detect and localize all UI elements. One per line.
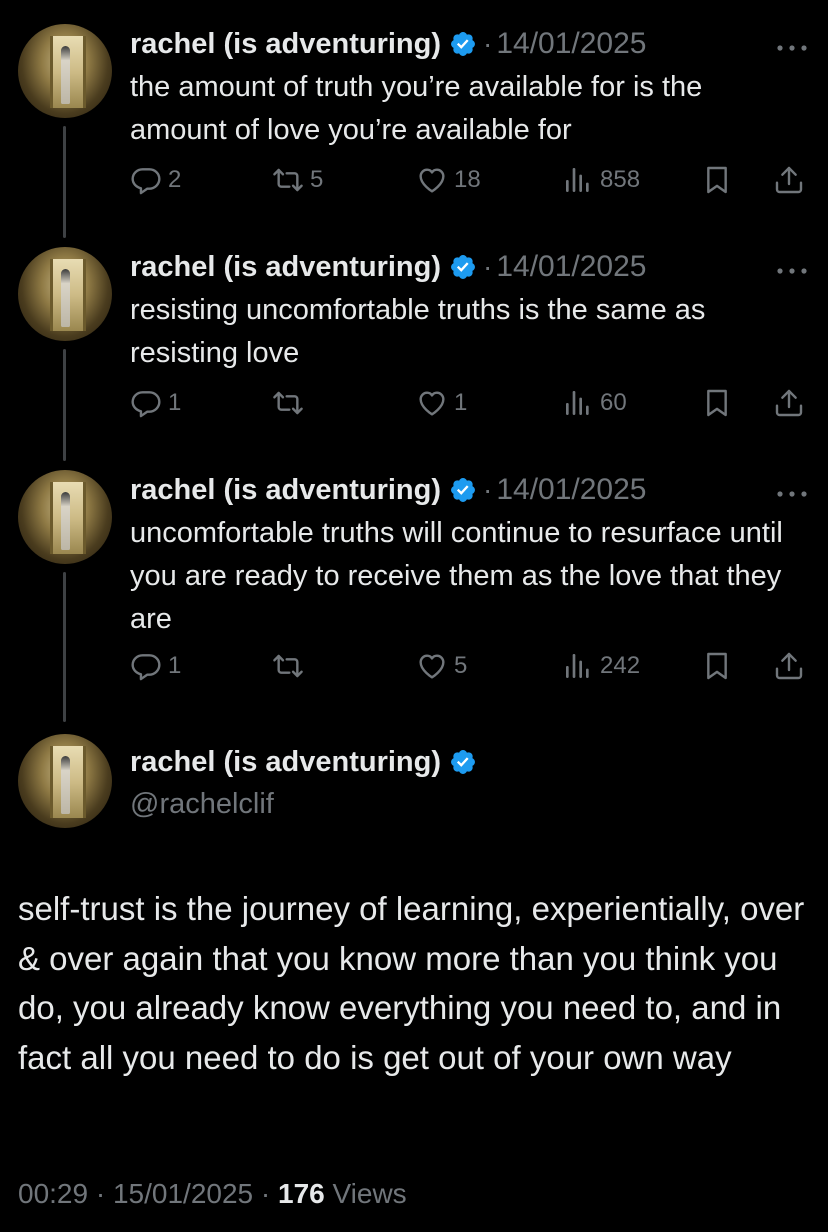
reply-count: 2: [168, 166, 182, 193]
bookmark-icon: [707, 389, 727, 417]
author-handle[interactable]: @rachelclif: [130, 788, 477, 821]
main-post-text: self-trust is the journey of learning, e…: [18, 890, 805, 1076]
like-count: 5: [454, 652, 468, 679]
bookmark-icon: [707, 166, 727, 194]
author-name[interactable]: rachel (is adventuring): [130, 746, 441, 779]
repost-icon: [273, 168, 303, 192]
reply-count: 1: [168, 652, 182, 679]
views-icon: [566, 391, 589, 415]
share-button[interactable]: [773, 646, 805, 686]
repost-icon: [273, 654, 303, 678]
bookmark-button[interactable]: [701, 383, 733, 423]
views-icon: [566, 654, 589, 678]
avatar[interactable]: [18, 24, 112, 118]
views-count: 858: [600, 166, 641, 193]
verified-badge-icon: [451, 32, 475, 56]
like-button[interactable]: 5: [416, 646, 467, 686]
separator-dot: ·: [483, 251, 493, 282]
separator-dot: ·: [483, 474, 493, 505]
repost-button[interactable]: [272, 383, 310, 423]
heart-icon: [419, 168, 445, 193]
separator-dot: ·: [483, 28, 493, 59]
like-count: 1: [454, 389, 468, 416]
tweet-date[interactable]: 14/01/2025: [496, 250, 646, 284]
share-button[interactable]: [773, 383, 805, 423]
action-bar: 2 5 18 858: [0, 160, 828, 200]
separator-dot: ·: [260, 1178, 271, 1209]
like-button[interactable]: 18: [416, 160, 481, 200]
tweet-header: rachel (is adventuring) · 14/01/2025: [130, 470, 647, 510]
repost-button[interactable]: [272, 646, 310, 686]
reply-icon: [131, 391, 161, 418]
reply-button[interactable]: 2: [130, 160, 181, 200]
thread-tweet[interactable]: rachel (is adventuring) · 14/01/2025 unc…: [0, 470, 828, 690]
views-count: 242: [600, 652, 641, 679]
verified-badge-icon: [451, 255, 475, 279]
reply-button[interactable]: 1: [130, 383, 181, 423]
main-post-header: rachel (is adventuring) @rachelclif: [130, 746, 477, 821]
like-button[interactable]: 1: [416, 383, 467, 423]
action-bar: 1 1 60: [0, 383, 828, 423]
thread-tweet[interactable]: rachel (is adventuring) · 14/01/2025 the…: [0, 24, 828, 204]
heart-icon: [419, 391, 445, 416]
more-icon[interactable]: [776, 490, 808, 498]
repost-button[interactable]: 5: [272, 160, 323, 200]
more-icon[interactable]: [776, 44, 808, 52]
bookmark-icon: [707, 652, 727, 680]
separator-dot: ·: [95, 1178, 106, 1209]
views-button[interactable]: 60: [562, 383, 627, 423]
post-date[interactable]: 15/01/2025: [113, 1178, 253, 1209]
bookmark-button[interactable]: [701, 160, 733, 200]
tweet-text: the amount of truth you’re available for…: [130, 71, 703, 146]
avatar[interactable]: [18, 247, 112, 341]
heart-icon: [419, 654, 445, 679]
share-icon: [775, 389, 803, 417]
views-count[interactable]: 176: [278, 1178, 325, 1209]
reply-icon: [131, 168, 161, 195]
author-name[interactable]: rachel (is adventuring): [130, 474, 441, 507]
tweet-date[interactable]: 14/01/2025: [496, 27, 646, 61]
views-count: 60: [600, 389, 627, 416]
reply-icon: [131, 654, 161, 681]
post-time[interactable]: 00:29: [18, 1178, 88, 1209]
author-name[interactable]: rachel (is adventuring): [130, 28, 441, 61]
repost-icon: [273, 391, 303, 415]
more-icon[interactable]: [776, 267, 808, 275]
avatar[interactable]: [18, 734, 112, 828]
tweet-header: rachel (is adventuring) · 14/01/2025: [130, 24, 647, 64]
post-meta: 00:29 · 15/01/2025 · 176 Views: [18, 1178, 407, 1210]
share-icon: [775, 652, 803, 680]
views-button[interactable]: 242: [562, 646, 640, 686]
views-label: Views: [332, 1178, 407, 1209]
share-button[interactable]: [773, 160, 805, 200]
verified-badge-icon: [451, 750, 475, 774]
reply-count: 1: [168, 389, 182, 416]
verified-badge-icon: [451, 478, 475, 502]
thread-tweet[interactable]: rachel (is adventuring) · 14/01/2025 res…: [0, 247, 828, 427]
avatar[interactable]: [18, 470, 112, 564]
bookmark-button[interactable]: [701, 646, 733, 686]
like-count: 18: [454, 166, 481, 193]
share-icon: [775, 166, 803, 194]
tweet-text: uncomfortable truths will continue to re…: [130, 517, 783, 635]
views-button[interactable]: 858: [562, 160, 640, 200]
reply-button[interactable]: 1: [130, 646, 181, 686]
views-icon: [566, 168, 589, 192]
tweet-text: resisting uncomfortable truths is the sa…: [130, 294, 706, 369]
tweet-date[interactable]: 14/01/2025: [496, 473, 646, 507]
tweet-header: rachel (is adventuring) · 14/01/2025: [130, 247, 647, 287]
author-name[interactable]: rachel (is adventuring): [130, 251, 441, 284]
repost-count: 5: [310, 166, 324, 193]
action-bar: 1 5 242: [0, 646, 828, 686]
